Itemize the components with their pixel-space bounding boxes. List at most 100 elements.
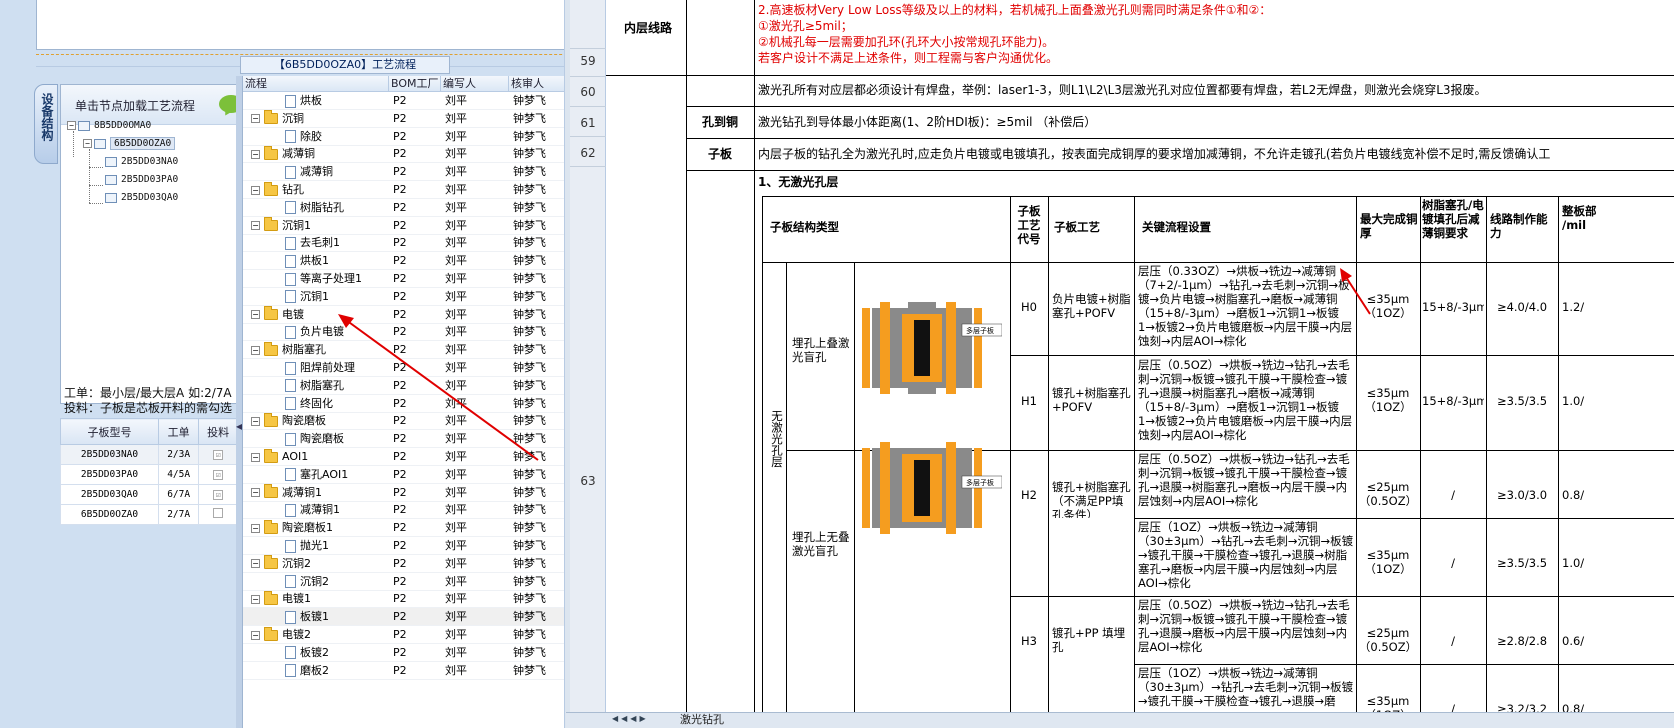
flow-step-label: 沉铜1 — [282, 218, 311, 232]
flow-name-cell: − 沉铜 — [251, 110, 375, 128]
flow-name-cell: 沉铜2 — [285, 573, 389, 591]
flow-step-label: 减薄铜1 — [300, 503, 340, 517]
sub-board-text: 内层子板的钻孔全为激光孔时,应走负片电镀或电镀填孔，按表面完成铜厚的要求增加减薄… — [758, 147, 1551, 161]
row-number[interactable]: 63 — [570, 474, 606, 488]
flow-row[interactable]: 沉铜2 P2 刘平 钟梦飞 — [243, 573, 564, 591]
col-header-flow[interactable]: 流程 — [243, 76, 389, 92]
flow-row[interactable]: − 沉铜1 P2 刘平 钟梦飞 — [243, 217, 564, 235]
flow-row[interactable]: 塞孔AOI1 P2 刘平 钟梦飞 — [243, 466, 564, 484]
folder-icon — [264, 519, 278, 534]
table-row[interactable]: 2B5DD03NA0 2/3A ☑ — [59, 444, 238, 465]
tree-node[interactable]: −8B5DD0OMA0 — [67, 117, 151, 135]
flow-row[interactable]: 除胶 P2 刘平 钟梦飞 — [243, 128, 564, 146]
factory-cell: P2 — [393, 147, 407, 161]
collapse-icon[interactable]: − — [251, 416, 260, 426]
collapse-icon[interactable]: − — [251, 523, 260, 533]
sheet-tab-laser[interactable]: 激光钻孔 — [680, 712, 724, 728]
factory-cell: P2 — [393, 94, 407, 107]
document-icon — [285, 539, 296, 553]
checker-cell: 钟梦飞 — [513, 574, 546, 588]
flow-row[interactable]: − 沉铜 P2 刘平 钟梦飞 — [243, 110, 564, 128]
collapse-icon[interactable]: − — [251, 630, 260, 640]
flow-row[interactable]: − 沉铜2 P2 刘平 钟梦飞 — [243, 555, 564, 573]
row-number[interactable]: 60 — [570, 85, 606, 99]
side-tab-device-structure[interactable]: 设备结构 — [34, 84, 58, 164]
writer-cell: 刘平 — [445, 272, 467, 285]
collapse-icon[interactable]: − — [251, 345, 260, 355]
collapse-icon[interactable]: − — [251, 221, 260, 231]
cell-order[interactable]: 6/7A — [158, 484, 200, 505]
row-number[interactable]: 62 — [570, 146, 606, 160]
flow-row[interactable]: − 电镀1 P2 刘平 钟梦飞 — [243, 590, 564, 609]
folder-icon — [264, 110, 278, 125]
collapse-icon[interactable]: − — [251, 452, 260, 462]
cell-order[interactable]: 4/5A — [158, 464, 200, 485]
tree-node[interactable]: 2B5DD03NA0 — [105, 153, 178, 171]
flow-row[interactable]: 减薄铜 P2 刘平 钟梦飞 — [243, 163, 564, 182]
factory-cell: P2 — [393, 129, 407, 143]
flow-name-cell: 减薄铜1 — [285, 501, 389, 519]
feed-checkbox[interactable] — [213, 508, 224, 518]
col-header-checker[interactable]: 核审人 — [509, 76, 564, 92]
flow-row[interactable]: 抛光1 P2 刘平 钟梦飞 — [243, 537, 564, 555]
col-header-writer[interactable]: 编写人 — [441, 76, 509, 92]
sub-board-label: 子板 — [708, 147, 733, 161]
tree-node[interactable]: 2B5DD03QA0 — [105, 189, 178, 207]
collapse-icon[interactable]: − — [251, 488, 260, 498]
col-header-model[interactable]: 子板型号 — [59, 418, 160, 445]
cell-order[interactable]: 2/7A — [158, 504, 200, 525]
flow-row[interactable]: 沉铜1 P2 刘平 钟梦飞 — [243, 288, 564, 306]
flow-row[interactable]: 树脂钻孔 P2 刘平 钟梦飞 — [243, 199, 564, 217]
pad-note: 激光孔所有对应层都必须设计有焊盘，举例：laser1-3，则L1\L2\L3层激… — [758, 83, 1487, 97]
flow-row[interactable]: 减薄铜1 P2 刘平 钟梦飞 — [243, 501, 564, 520]
cell-order[interactable]: 2/3A — [158, 444, 200, 465]
writer-cell: 刘平 — [445, 521, 467, 535]
flow-row[interactable]: − 陶瓷磨板1 P2 刘平 钟梦飞 — [243, 519, 564, 538]
notes-textbox[interactable] — [36, 0, 602, 50]
flow-step-label: 树脂塞孔 — [282, 343, 326, 357]
sheet-nav-arrows-icon[interactable]: ◀◀◀▶ — [612, 714, 649, 723]
flow-row[interactable]: − 钻孔 P2 刘平 钟梦飞 — [243, 181, 564, 199]
table-row[interactable]: 6B5DD0OZA0 2/7A — [59, 504, 238, 525]
collapse-icon[interactable]: − — [251, 310, 260, 320]
cell-thinning: / — [1451, 702, 1455, 712]
collapse-icon[interactable]: − — [251, 149, 260, 159]
flow-row[interactable]: − 减薄铜1 P2 刘平 钟梦飞 — [243, 484, 564, 502]
feed-checkbox[interactable]: ☑ — [213, 490, 224, 500]
feed-checkbox[interactable]: ☑ — [213, 450, 224, 460]
col-header-factory[interactable]: BOM工厂 — [389, 76, 441, 92]
cell-thinning: 15+8/-3μm — [1422, 300, 1484, 314]
flow-row[interactable]: 等离子处理1 P2 刘平 钟梦飞 — [243, 270, 564, 288]
writer-cell: 刘平 — [445, 129, 467, 143]
tree-node[interactable]: 2B5DD03PA0 — [105, 171, 178, 189]
flow-row[interactable]: 板镀1 P2 刘平 钟梦飞 — [243, 608, 564, 627]
checker-cell: 钟梦飞 — [513, 663, 546, 677]
checker-cell: 钟梦飞 — [513, 592, 546, 606]
flow-row[interactable]: 去毛刺1 P2 刘平 钟梦飞 — [243, 234, 564, 253]
row-number[interactable]: 59 — [570, 54, 606, 68]
flow-step-label: 减薄铜 — [300, 165, 333, 179]
flow-row[interactable]: 磨板2 P2 刘平 钟梦飞 — [243, 662, 564, 680]
document-icon — [285, 575, 296, 589]
col-header-feed[interactable]: 投料 — [198, 418, 238, 445]
col-header-order[interactable]: 工单 — [158, 418, 200, 445]
flow-step-label: AOI1 — [282, 450, 309, 463]
flow-row[interactable]: 烘板 P2 刘平 钟梦飞 — [243, 92, 564, 110]
collapse-icon[interactable]: − — [251, 185, 260, 195]
flow-row[interactable]: − 减薄铜 P2 刘平 钟梦飞 — [243, 145, 564, 164]
tree-node-selected[interactable]: −6B5DD0OZA0 — [83, 135, 176, 153]
table-row[interactable]: 2B5DD03QA0 6/7A ☑ — [59, 484, 238, 505]
collapse-icon[interactable]: − — [251, 559, 260, 569]
collapse-icon[interactable]: − — [251, 114, 260, 124]
flow-row[interactable]: 板镀2 P2 刘平 钟梦飞 — [243, 644, 564, 662]
collapse-icon[interactable]: − — [251, 594, 260, 604]
flow-row[interactable]: − 电镀2 P2 刘平 钟梦飞 — [243, 626, 564, 644]
feed-checkbox[interactable]: ☑ — [213, 470, 224, 480]
collapse-icon[interactable]: − — [67, 121, 76, 130]
writer-cell: 刘平 — [445, 165, 467, 179]
row-number[interactable]: 61 — [570, 116, 606, 130]
node-icon — [78, 120, 90, 131]
table-row[interactable]: 2B5DD03PA0 4/5A ☑ — [59, 464, 238, 485]
flow-row[interactable]: 烘板1 P2 刘平 钟梦飞 — [243, 252, 564, 271]
collapse-icon[interactable]: − — [83, 139, 92, 148]
